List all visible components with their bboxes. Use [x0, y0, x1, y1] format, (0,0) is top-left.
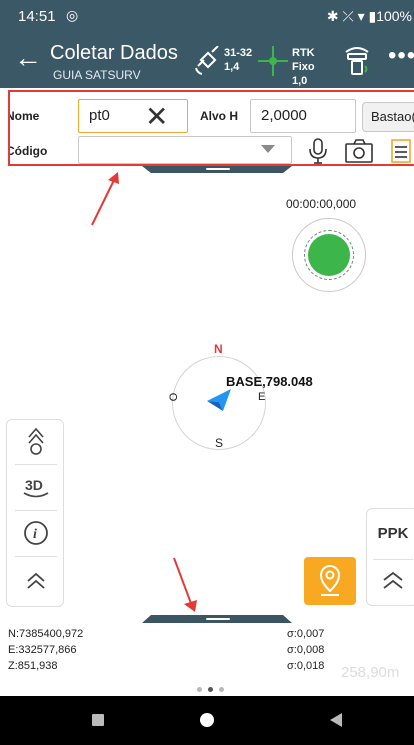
elevation-value: Z:851,938 — [8, 660, 58, 672]
microphone-icon[interactable] — [306, 137, 330, 165]
camera-icon[interactable] — [344, 138, 374, 164]
page-indicator — [197, 679, 230, 697]
panel-divider — [15, 510, 57, 511]
pole-type-button[interactable]: Bastao(P — [362, 102, 414, 132]
record-point-button[interactable] — [292, 218, 366, 292]
satellite-count: 31-32 1,4 — [224, 47, 253, 73]
panel-divider — [373, 559, 413, 560]
double-chevron-up-icon[interactable] — [367, 564, 414, 600]
position-arrow-icon — [207, 389, 231, 411]
chevron-down-icon — [261, 145, 275, 153]
attribute-list-icon[interactable] — [390, 138, 412, 164]
coordinates-panel: N:7385400,972 E:332577,866 Z:851,938 σ:0… — [0, 626, 414, 681]
stakeout-marker-button[interactable] — [304, 557, 356, 605]
page-dot — [219, 687, 224, 692]
rtk-status[interactable]: RTK Fixo 1,0 — [258, 44, 338, 87]
satellite-status[interactable]: 31-32 1,4 — [194, 44, 260, 80]
map-tools-panel: 3D i — [6, 419, 64, 607]
compass-south: S — [215, 436, 224, 450]
toolbar: ← Coletar Dados GUIA SATSURV 31-32 1,4 R… — [0, 36, 414, 87]
recording-timer: 00:00:00,000 — [286, 197, 357, 211]
info-icon: i — [24, 521, 48, 545]
status-icons: ✱ ⤫ ▾ ▮100% — [326, 8, 412, 24]
antenna-height-label: Alvo H — [200, 109, 239, 123]
more-options-icon[interactable]: ••• — [388, 42, 414, 70]
easting-value: E:332577,866 — [8, 644, 77, 656]
ppk-panel: PPK — [366, 508, 414, 606]
rtk-solution: RTK Fixo 1,0 — [292, 47, 315, 87]
3d-view-button[interactable]: 3D — [7, 466, 65, 508]
home-icon[interactable] — [200, 713, 214, 727]
sigma-z-value: σ:0,018 — [287, 660, 325, 672]
name-input[interactable]: pt0 ✕ — [78, 99, 188, 133]
clear-icon[interactable]: ✕ — [145, 100, 168, 134]
code-label: Código — [8, 144, 48, 158]
svg-text:i: i — [33, 527, 37, 542]
point-form: Nome pt0 ✕ Alvo H 2,0000 Bastao(P Código — [8, 90, 414, 166]
app-header: 14:51 ◎ ✱ ⤫ ▾ ▮100% ← Coletar Dados GUIA… — [0, 0, 414, 88]
antenna-height-value: 2,0000 — [261, 107, 307, 124]
base-station-label: BASE,798.048 — [226, 374, 313, 389]
page-dot — [197, 687, 202, 692]
code-select[interactable] — [78, 136, 292, 164]
receiver-device-icon[interactable] — [344, 46, 370, 76]
faded-distance-value: 258,90m — [341, 664, 400, 681]
double-chevron-up-icon — [27, 572, 45, 589]
name-label: Nome — [8, 109, 40, 123]
antenna-view-button[interactable] — [7, 420, 65, 462]
system-nav-bar — [0, 696, 414, 745]
screen-record-icon: ◎ — [66, 7, 79, 23]
3d-icon: 3D — [23, 477, 49, 498]
status-time: 14:51 — [18, 8, 56, 25]
svg-text:3D: 3D — [25, 477, 43, 493]
compass-north: N — [214, 342, 223, 356]
rtk-crosshair-icon — [258, 46, 288, 76]
record-dot-icon — [308, 234, 350, 276]
compass-west: O — [166, 392, 179, 402]
page-dot-active — [208, 687, 213, 692]
name-value: pt0 — [89, 107, 110, 124]
page-subtitle: GUIA SATSURV — [53, 68, 141, 82]
back-triangle-icon[interactable] — [330, 713, 342, 727]
sigma-east-value: σ:0,008 — [287, 644, 325, 656]
panel-divider — [15, 556, 57, 557]
map-pin-icon — [319, 565, 341, 596]
satellite-icon — [195, 46, 219, 75]
sigma-north-value: σ:0,007 — [287, 628, 325, 640]
info-button[interactable]: i — [7, 512, 65, 554]
status-bar: 14:51 ◎ ✱ ⤫ ▾ ▮100% — [0, 0, 414, 32]
map-view[interactable]: 00:00:00,000 N S O E BASE,798.048 3D i P… — [0, 166, 414, 622]
northing-value: N:7385400,972 — [8, 628, 84, 640]
ppk-button[interactable]: PPK — [367, 525, 414, 542]
compass-east: E — [258, 391, 266, 403]
back-arrow-icon[interactable]: ← — [14, 44, 42, 72]
expand-tools-button[interactable] — [7, 560, 65, 602]
panel-divider — [15, 464, 57, 465]
page-title: Coletar Dados — [50, 42, 178, 64]
antenna-height-input[interactable]: 2,0000 — [250, 99, 356, 133]
recent-apps-icon[interactable] — [92, 714, 104, 726]
bottom-drawer-grip — [206, 618, 230, 620]
antenna-icon — [28, 427, 44, 455]
